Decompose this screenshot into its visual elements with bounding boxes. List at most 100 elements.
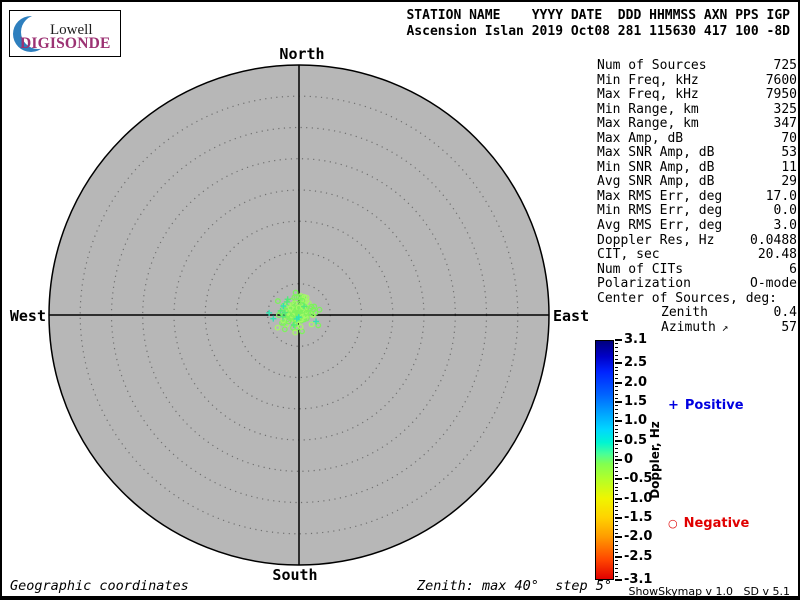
- colorbar-tick-label: 3.1: [624, 333, 647, 347]
- stat-label: Polarization: [597, 277, 691, 292]
- colorbar-major-tick: [615, 382, 622, 384]
- colorbar-tick-label: 2.0: [624, 376, 647, 390]
- colorbar-minor-tick: [615, 467, 618, 468]
- colorbar-minor-tick: [615, 506, 618, 507]
- stat-value: 347: [774, 117, 797, 132]
- colorbar-minor-tick: [615, 429, 618, 430]
- colorbar-gradient: [595, 340, 614, 580]
- stat-value: 325: [774, 103, 797, 118]
- colorbar-minor-tick: [615, 413, 618, 414]
- colorbar-minor-tick: [615, 425, 618, 426]
- stat-label: Avg SNR Amp, dB: [597, 175, 714, 190]
- stat-row: Num of CITs6: [597, 263, 797, 278]
- colorbar-major-tick: [615, 339, 622, 341]
- stat-row: Max Amp, dB 70: [597, 132, 797, 147]
- stat-label: Center of Sources, deg:: [597, 292, 777, 307]
- stat-label: Max Amp, dB: [597, 132, 683, 147]
- stat-row: PolarizationO-mode: [597, 277, 797, 292]
- colorbar-ticks: [615, 340, 623, 580]
- station-header: STATION NAME YYYY DATE DDD HHMMSS AXN PP…: [406, 8, 790, 40]
- stat-value: 0.0488: [750, 234, 797, 249]
- stat-label: Min Range, km: [597, 103, 699, 118]
- colorbar-major-tick: [615, 517, 622, 519]
- stat-value: 0.0: [774, 204, 797, 219]
- stat-label: Max Freq, kHz: [597, 88, 699, 103]
- stat-label: Doppler Res, Hz: [597, 234, 714, 249]
- circle-marker-icon: ○: [668, 517, 678, 530]
- colorbar-minor-tick: [615, 541, 618, 542]
- stat-value: 7600: [766, 74, 797, 89]
- colorbar-minor-tick: [615, 475, 618, 476]
- colorbar-major-tick: [615, 362, 622, 364]
- colorbar-tick-label: 2.5: [624, 356, 647, 370]
- header-columns-row: STATION NAME YYYY DATE DDD HHMMSS AXN PP…: [406, 8, 790, 24]
- legend-positive: +Positive: [668, 398, 744, 413]
- colorbar-minor-tick: [615, 378, 618, 379]
- colorbar-minor-tick: [615, 436, 618, 437]
- stat-row: Max RMS Err, deg 17.0: [597, 190, 797, 205]
- colorbar-minor-tick: [615, 370, 618, 371]
- colorbar-major-tick: [615, 420, 622, 422]
- colorbar-major-tick: [615, 536, 622, 538]
- colorbar-major-tick: [615, 498, 622, 500]
- colorbar-minor-tick: [615, 545, 618, 546]
- compass-label-west: West: [8, 307, 46, 325]
- colorbar-minor-tick: [615, 510, 618, 511]
- stat-row: Max SNR Amp, dB53: [597, 146, 797, 161]
- colorbar-tick-label: 0.5: [624, 434, 647, 448]
- stat-row: Min SNR Amp, dB11: [597, 161, 797, 176]
- colorbar-minor-tick: [615, 409, 618, 410]
- colorbar-minor-tick: [615, 390, 618, 391]
- stat-row: Avg RMS Err, deg3.0: [597, 219, 797, 234]
- stat-label: Min Freq, kHz: [597, 74, 699, 89]
- colorbar-minor-tick: [615, 444, 618, 445]
- colorbar-minor-tick: [615, 386, 618, 387]
- colorbar-minor-tick: [615, 521, 618, 522]
- colorbar-minor-tick: [615, 367, 618, 368]
- colorbar-major-tick: [615, 556, 622, 558]
- colorbar-minor-tick: [615, 343, 618, 344]
- colorbar-major-tick: [615, 459, 622, 461]
- colorbar-minor-tick: [615, 576, 618, 577]
- colorbar-minor-tick: [615, 572, 618, 573]
- stat-row: Avg SNR Amp, dB29: [597, 175, 797, 190]
- colorbar-minor-tick: [615, 494, 618, 495]
- stat-value: 6: [789, 263, 797, 278]
- stat-row: Min Range, km 325: [597, 103, 797, 118]
- colorbar-minor-tick: [615, 529, 618, 530]
- stat-label: Max Range, km: [597, 117, 699, 132]
- colorbar-tick-label: -2.0: [624, 530, 652, 544]
- colorbar-minor-tick: [615, 394, 618, 395]
- stat-label: Max RMS Err, deg: [597, 190, 722, 205]
- colorbar-minor-tick: [615, 355, 618, 356]
- colorbar-minor-tick: [615, 502, 618, 503]
- colorbar-major-tick: [615, 440, 622, 442]
- colorbar-minor-tick: [615, 405, 618, 406]
- colorbar-minor-tick: [615, 471, 618, 472]
- colorbar-minor-tick: [615, 432, 618, 433]
- stat-value: 0.4: [774, 306, 797, 321]
- stat-value: 7950: [766, 88, 797, 103]
- version-label: ShowSkymap v 1.0 SD v 5.1: [628, 585, 790, 598]
- logo-text-digisonde: DIGISONDE: [20, 35, 111, 53]
- coordinates-label: Geographic coordinates: [10, 578, 189, 594]
- stat-row: Num of Sources725: [597, 59, 797, 74]
- stat-value: 70: [781, 132, 797, 147]
- colorbar-minor-tick: [615, 398, 618, 399]
- legend-negative-label: Negative: [684, 516, 750, 531]
- colorbar-minor-tick: [615, 463, 618, 464]
- stat-value: 17.0: [766, 190, 797, 205]
- stat-label: CIT, sec: [597, 248, 660, 263]
- stat-value: 57: [781, 321, 797, 336]
- stat-value: 20.48: [758, 248, 797, 263]
- colorbar-minor-tick: [615, 417, 618, 418]
- stat-label: Min RMS Err, deg: [597, 204, 722, 219]
- colorbar-tick-label: 1.0: [624, 414, 647, 428]
- colorbar-minor-tick: [615, 490, 618, 491]
- colorbar-minor-tick: [615, 374, 618, 375]
- stat-value: 11: [781, 161, 797, 176]
- colorbar-minor-tick: [615, 351, 618, 352]
- colorbar-minor-tick: [615, 560, 618, 561]
- stat-label: Avg RMS Err, deg: [597, 219, 722, 234]
- colorbar-minor-tick: [615, 359, 618, 360]
